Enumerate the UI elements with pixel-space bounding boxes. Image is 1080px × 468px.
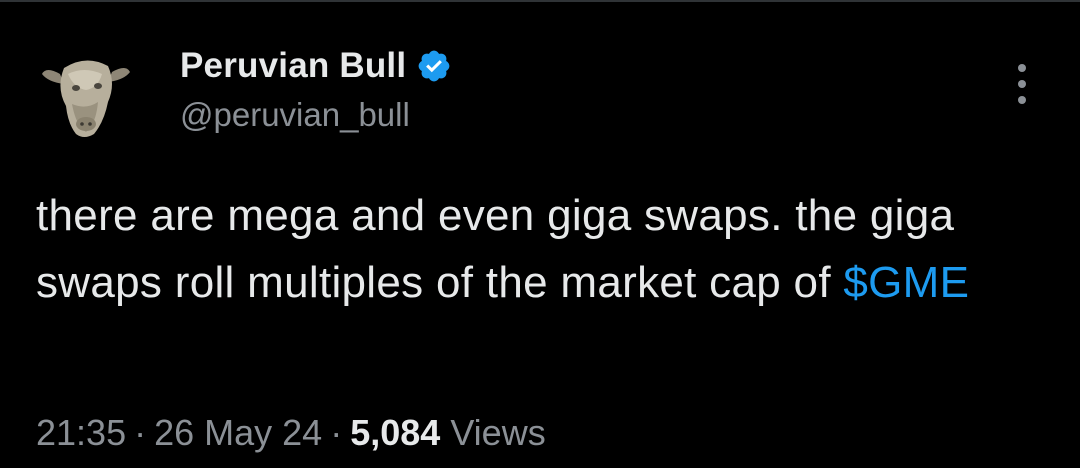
- more-dot: [1018, 64, 1026, 72]
- view-count[interactable]: 5,084: [350, 412, 440, 453]
- more-dot: [1018, 96, 1026, 104]
- verified-badge-icon: [418, 50, 450, 82]
- author-display-name[interactable]: Peruvian Bull: [180, 46, 406, 86]
- top-divider: [0, 0, 1080, 2]
- bull-head-statue-icon: [42, 60, 130, 137]
- tweet-meta: 21:35 · 26 May 24 · 5,084 Views: [36, 412, 546, 454]
- meta-separator: ·: [134, 412, 147, 453]
- tweet-time[interactable]: 21:35: [36, 412, 126, 453]
- author-name-row[interactable]: Peruvian Bull: [180, 44, 452, 88]
- meta-separator: ·: [330, 412, 343, 453]
- author-handle[interactable]: @peruvian_bull: [180, 96, 410, 134]
- avatar[interactable]: [38, 44, 134, 140]
- cashtag-link[interactable]: $GME: [843, 258, 969, 307]
- views-label: Views: [450, 412, 546, 453]
- tweet-text: there are mega and even giga swaps. the …: [36, 182, 1046, 316]
- more-dot: [1018, 80, 1026, 88]
- more-vertical-icon[interactable]: [1010, 64, 1034, 104]
- tweet-text-body: there are mega and even giga swaps. the …: [36, 191, 955, 307]
- tweet-date[interactable]: 26 May 24: [154, 412, 322, 453]
